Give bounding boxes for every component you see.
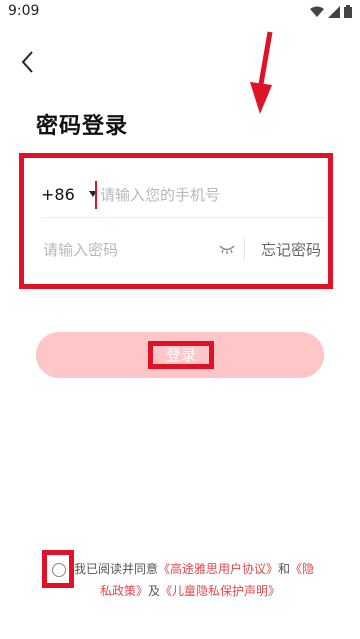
children-privacy-link[interactable]: 《儿童隐私保护声明》 — [160, 584, 280, 598]
login-button[interactable]: 登录 — [36, 332, 324, 378]
login-form: +86 忘记密码 — [19, 153, 333, 289]
country-code-selector[interactable]: +86 — [41, 185, 75, 204]
divider — [244, 238, 245, 260]
agreement-checkbox-highlight[interactable] — [42, 550, 74, 588]
phone-row: +86 — [41, 171, 327, 218]
signal-icon — [328, 5, 340, 18]
agreement-text: 我已阅读并同意《高途雅思用户协议》和《隐 — [74, 558, 328, 580]
password-row: 忘记密码 — [41, 228, 331, 272]
agreement-prefix: 我已阅读并同意 — [74, 562, 159, 576]
status-icons — [310, 5, 352, 18]
eye-closed-icon[interactable] — [219, 243, 235, 255]
password-input[interactable] — [41, 236, 215, 264]
status-bar: 9:09 — [0, 0, 360, 24]
page-title: 密码登录 — [36, 114, 129, 139]
agreement-radio[interactable] — [52, 563, 66, 577]
forgot-password-link[interactable]: 忘记密码 — [261, 239, 321, 260]
login-button-label: 登录 — [148, 341, 214, 369]
agreement-and2: 及 — [148, 584, 161, 598]
chevron-left-icon — [21, 51, 33, 73]
battery-icon — [344, 5, 352, 18]
phone-input[interactable] — [95, 181, 327, 209]
privacy-policy-link-part1[interactable]: 《隐 — [290, 562, 314, 576]
back-button[interactable] — [16, 48, 40, 76]
privacy-policy-link-part2[interactable]: 私政策》 — [100, 584, 148, 598]
agreement-text-line2: 私政策》及《儿童隐私保护声明》 — [100, 580, 280, 602]
wifi-icon — [310, 6, 324, 17]
annotation-arrow — [250, 31, 273, 114]
agreement-and: 和 — [278, 562, 291, 576]
user-agreement-link[interactable]: 《高途雅思用户协议》 — [158, 562, 278, 576]
status-time: 9:09 — [8, 3, 40, 19]
